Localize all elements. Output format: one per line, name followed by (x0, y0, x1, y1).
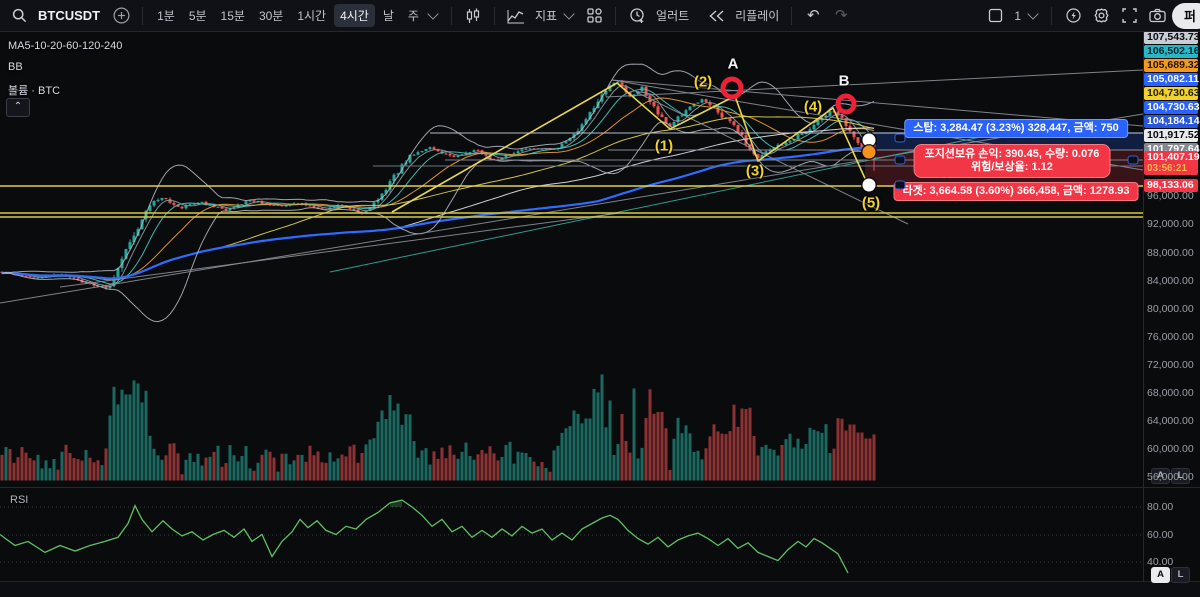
wave-label-3: (3) (745, 162, 765, 180)
toolbar-separator (450, 6, 452, 25)
price-tick-56,000.00: 56,000.00 (1147, 471, 1194, 483)
toolbar-separator (493, 6, 495, 25)
price-label-105,689.32: 105,689.32 (1144, 59, 1200, 72)
legend-volume[interactable]: 볼륨 · BTC (8, 82, 60, 98)
drawing-handle-1[interactable] (894, 155, 906, 165)
highlight-circle-A[interactable] (720, 76, 744, 100)
timeframe-4시간[interactable]: 4시간 (334, 4, 375, 27)
position-target-label[interactable]: 타겟: 3,664.58 (3.60%) 366,458, 금액: 1278.9… (893, 182, 1139, 201)
toolbar-separator (615, 6, 617, 25)
compare-add-icon[interactable] (108, 4, 134, 28)
anchor-dot-2[interactable] (862, 178, 876, 192)
alert-label[interactable]: 얼러트 (656, 7, 689, 24)
indicators-label[interactable]: 지표 (535, 7, 557, 24)
legend-ma[interactable]: MA5-10-20-60-120-240 (8, 40, 122, 52)
legend-bb[interactable]: BB (8, 61, 23, 73)
candle-countdown: 03:56:21 (1147, 163, 1188, 174)
indicators-icon[interactable] (503, 4, 529, 28)
rsi-pane-label[interactable]: RSI (10, 494, 28, 506)
price-tick-60,000.00: 60,000.00 (1147, 443, 1194, 455)
price-tick-68,000.00: 68,000.00 (1147, 387, 1194, 399)
drawing-handle-3[interactable] (1127, 155, 1139, 165)
toolbar-right: 1 퍼 (982, 2, 1200, 29)
position-pnl-line2: 위험/보상율: 1.12 (971, 161, 1053, 173)
position-pnl-label[interactable]: 포지션보유 손익: 390.45, 수량: 0.076 위험/보상율: 1.12 (913, 144, 1111, 178)
timeframe-chevron-down-icon[interactable] (427, 8, 439, 20)
price-tick-76,000.00: 76,000.00 (1147, 331, 1194, 343)
price-tick-84,000.00: 84,000.00 (1147, 275, 1194, 287)
fullscreen-icon[interactable] (1116, 4, 1142, 28)
wave-label-5: (5) (861, 194, 881, 212)
undo-icon[interactable]: ↶ (800, 4, 826, 28)
wave-label-A: A (727, 55, 739, 73)
highlight-circle-B[interactable] (835, 93, 857, 115)
price-label-105,082.11: 105,082.11 (1144, 73, 1199, 86)
wave-label-2: (2) (693, 73, 713, 91)
position-stop-label[interactable]: 스탑: 3,284.47 (3.23%) 328,447, 금액: 750 (904, 119, 1128, 138)
toolbar-separator (142, 6, 144, 25)
price-label-104,730.63: 104,730.63 (1144, 87, 1200, 100)
replay-icon[interactable] (703, 4, 729, 28)
price-label-104,730.63: 104,730.63 (1144, 101, 1200, 114)
settings-gear-icon[interactable] (1088, 4, 1114, 28)
current-price-label: 101,407.19 03:56:21 (1144, 151, 1200, 175)
price-label-104,184.14: 104,184.14 (1144, 115, 1200, 128)
main-chart-svg[interactable] (0, 0, 1200, 596)
timeframe-5분[interactable]: 5분 (183, 4, 213, 27)
indicator-templates-icon[interactable] (581, 4, 607, 28)
position-pnl-line1: 포지션보유 손익: 390.45, 수량: 0.076 (924, 148, 1100, 160)
rsi-scale-auto-button[interactable]: A (1151, 567, 1170, 583)
toolbar-separator (791, 6, 793, 25)
legend-collapse-button[interactable]: ⌃ (6, 98, 30, 117)
timeframe-1시간[interactable]: 1시간 (291, 4, 332, 27)
drawing-handle-2[interactable] (894, 180, 906, 190)
price-tick-80,000.00: 80,000.00 (1147, 303, 1194, 315)
replay-label[interactable]: 리플레이 (735, 7, 779, 24)
anchor-dot-1[interactable] (862, 145, 876, 159)
price-tick-92,000.00: 92,000.00 (1147, 218, 1194, 230)
wave-label-4: (4) (803, 98, 823, 116)
timeframe-15분[interactable]: 15분 (215, 4, 251, 27)
timeframe-1분[interactable]: 1분 (151, 4, 181, 27)
redo-icon[interactable]: ↷ (828, 4, 854, 28)
rsi-tick-40.00: 40.00 (1147, 556, 1174, 568)
layout-count[interactable]: 1 (1014, 9, 1021, 23)
layout-icon[interactable] (982, 4, 1008, 28)
toolbar-separator (1051, 6, 1053, 25)
indicators-chevron-down-icon[interactable] (563, 8, 575, 20)
wave-label-1: (1) (654, 137, 674, 155)
rsi-tick-60.00: 60.00 (1147, 529, 1174, 541)
screenshot-camera-icon[interactable] (1144, 4, 1170, 28)
symbol-name[interactable]: BTCUSDT (38, 8, 100, 23)
timeframe-날[interactable]: 날 (377, 4, 400, 27)
time-axis[interactable] (0, 581, 1200, 597)
layout-chevron-down-icon[interactable] (1027, 8, 1039, 20)
timeframe-30분[interactable]: 30분 (253, 4, 289, 27)
candle-style-icon[interactable] (460, 4, 486, 28)
wave-label-B: B (838, 72, 850, 90)
price-label-101,917.52: 101,917.52 (1144, 129, 1200, 142)
current-price-value: 101,407.19 (1147, 151, 1200, 163)
quick-settings-icon[interactable] (1060, 4, 1086, 28)
price-tick-88,000.00: 88,000.00 (1147, 247, 1194, 259)
price-tick-64,000.00: 64,000.00 (1147, 415, 1194, 427)
price-label-106,502.16: 106,502.16 (1144, 45, 1200, 58)
search-icon[interactable] (6, 4, 32, 28)
alert-icon[interactable] (624, 4, 650, 28)
timeframe-주[interactable]: 주 (402, 4, 425, 27)
drawing-handle-0[interactable] (894, 133, 906, 143)
publish-button[interactable]: 퍼 (1172, 2, 1200, 29)
timeframe-group: 1분 5분 15분 30분 1시간 4시간 날 주 (151, 4, 425, 27)
rsi-scale-log-button[interactable]: L (1171, 567, 1190, 583)
price-tick-72,000.00: 72,000.00 (1147, 359, 1194, 371)
rsi-tick-80.00: 80.00 (1147, 501, 1174, 513)
toolbar-left: BTCUSDT 1분 5분 15분 30분 1시간 4시간 날 주 지표 얼러트 리플레이 ↶ (6, 4, 854, 28)
price-label-98,133.06: 98,133.06 (1144, 179, 1198, 192)
price-label-107,543.73: 107,543.73 (1144, 31, 1200, 44)
top-toolbar: BTCUSDT 1분 5분 15분 30분 1시간 4시간 날 주 지표 얼러트 리플레이 ↶ (0, 0, 1200, 32)
